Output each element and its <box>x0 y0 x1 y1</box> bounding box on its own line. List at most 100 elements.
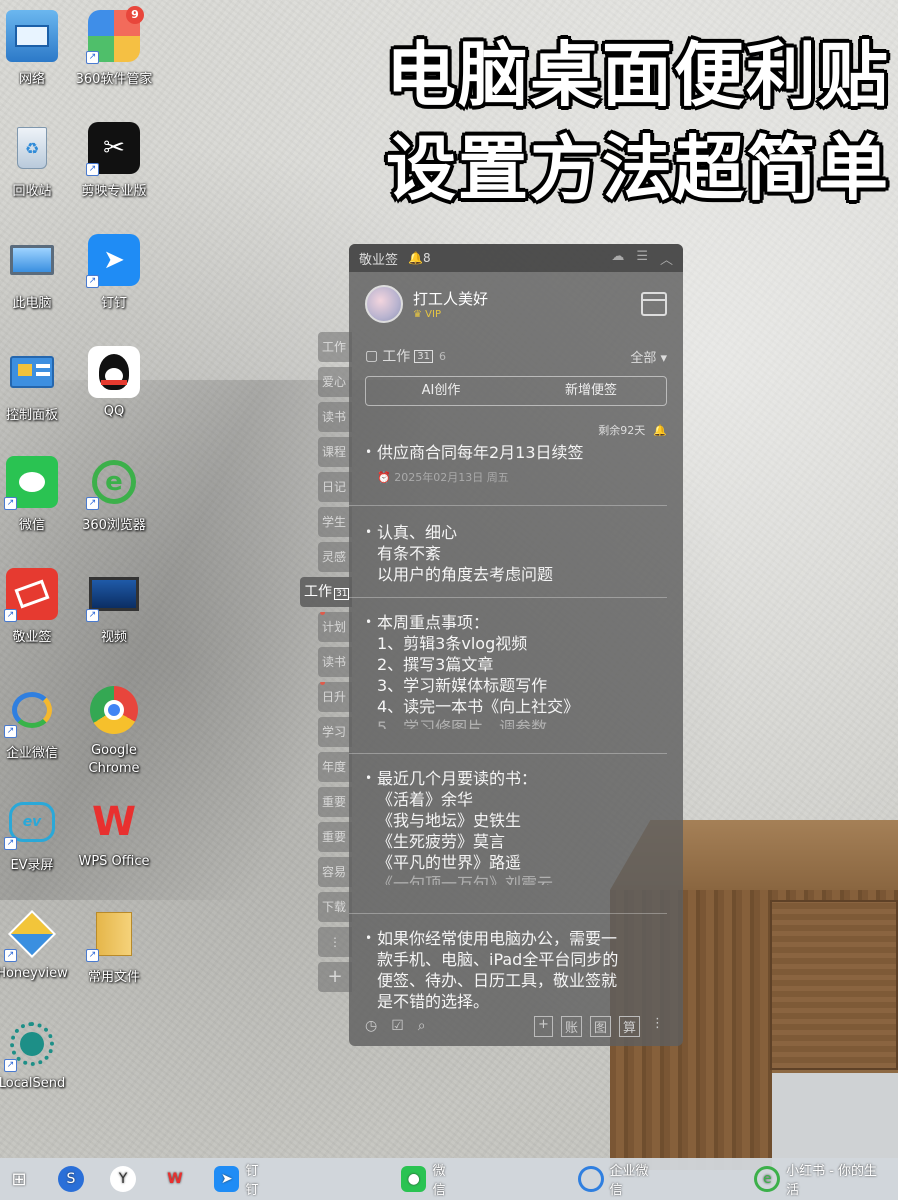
taskbar-item-browser[interactable]: Y <box>100 1158 152 1200</box>
taskbar-item-dingtalk[interactable]: ➤ 钉钉 <box>204 1158 281 1200</box>
tab-category[interactable]: 容易 <box>318 857 352 887</box>
desktop-icon-label: 剪映专业版 <box>81 184 147 199</box>
menu-icon[interactable]: ☰ <box>636 249 648 268</box>
taskbar-item-wecom[interactable]: 企业微信 <box>568 1158 671 1200</box>
desktop-icon-wecom[interactable]: ↗ 企业微信 <box>0 684 74 761</box>
desktop-icon-label: 常用文件 <box>87 970 140 985</box>
note-window-titlebar[interactable]: 敬业签 🔔8 ☁ ☰ ︿ <box>349 244 683 272</box>
taskbar-item-sogou[interactable]: S <box>48 1158 100 1200</box>
calculator-button[interactable]: 算 <box>618 1015 640 1037</box>
reminder-bell-icon[interactable]: 🔔8 <box>408 251 431 265</box>
filter-dropdown[interactable]: 全部 ▾ <box>630 347 667 366</box>
desktop-icon-this-pc[interactable]: 此电脑 <box>0 234 74 311</box>
desktop-icon-chrome[interactable]: Google Chrome <box>72 684 156 778</box>
tab-category[interactable]: 学习 <box>318 717 352 747</box>
tab-category[interactable]: 计划 <box>318 612 352 642</box>
search-icon[interactable]: ⌕ <box>418 1018 426 1034</box>
desktop-icon-wps-office[interactable]: W WPS Office <box>72 796 156 869</box>
taskbar-item-wps[interactable]: W <box>152 1158 204 1200</box>
category-row: ▢ 工作 31 6 全部 ▾ <box>349 336 683 370</box>
capcut-icon: ✂ ↗ <box>86 122 140 176</box>
desktop-icon-capcut[interactable]: ✂ ↗ 剪映专业版 <box>72 122 156 199</box>
desktop-icon-wechat[interactable]: ↗ 微信 <box>0 456 74 533</box>
start-button[interactable]: ⊞ <box>0 1158 48 1200</box>
note-item[interactable]: 供应商合同每年2月13日续签 ⏰ 2025年02月13日 周五 <box>349 438 667 506</box>
desktop-icon-localsend[interactable]: ↗ LocalSend <box>0 1018 74 1091</box>
taskbar-item-xiaohongshu[interactable]: e 小红书 - 你的生活 <box>744 1158 898 1200</box>
tab-category[interactable]: 读书 <box>318 402 352 432</box>
wechat-icon: ● <box>400 1166 427 1192</box>
desktop-icon-common-files[interactable]: ↗ 常用文件 <box>72 908 156 985</box>
more-tabs-button[interactable]: ⋮ <box>318 927 352 957</box>
wps-office-icon: W <box>91 799 137 845</box>
note-footer-toolbar: ◷ ☑ ⌕ + 账 图 算 ⋮ <box>349 1006 683 1046</box>
user-name: 打工人美好 <box>413 290 489 308</box>
sync-icon[interactable]: ☁ <box>611 249 624 268</box>
tab-category[interactable]: 灵感 <box>318 542 352 572</box>
tab-category[interactable]: 工作 <box>318 332 352 362</box>
tab-category[interactable]: 下载 <box>318 892 352 922</box>
tab-category[interactable]: 爱心 <box>318 367 352 397</box>
desktop-icon-360-browser[interactable]: e ↗ 360浏览器 <box>72 456 156 533</box>
desktop-icon-label: 网络 <box>18 72 45 87</box>
dingtalk-icon: ➤ ↗ <box>86 234 140 288</box>
tab-category[interactable]: 年度 <box>318 752 352 782</box>
add-category-button[interactable]: + <box>318 962 352 992</box>
desktop-icon-ev-recorder[interactable]: ev ↗ EV录屏 <box>0 796 74 873</box>
more-icon[interactable]: ⋮ <box>648 1016 667 1037</box>
avatar[interactable] <box>365 285 403 323</box>
desktop-icon-qq[interactable]: QQ <box>72 346 156 419</box>
taskbar-item-wechat[interactable]: ● 微信 <box>391 1158 468 1200</box>
checklist-icon[interactable]: ☑ <box>391 1018 404 1034</box>
desktop-icon-video[interactable]: ↗ 视频 <box>72 568 156 645</box>
tab-category[interactable]: 日记 <box>318 472 352 502</box>
calendar-icon[interactable] <box>641 292 667 316</box>
desktop-icon-network[interactable]: 网络 <box>0 10 74 87</box>
ledger-button[interactable]: 账 <box>560 1015 582 1037</box>
wecom-icon <box>577 1166 604 1192</box>
ai-create-button[interactable]: AI创作 <box>366 377 516 405</box>
image-button[interactable]: 图 <box>589 1015 611 1037</box>
note-item[interactable]: 本周重点事项： 1、剪辑3条vlog视频 2、撰写3篇文章 3、学习新媒体标题写… <box>349 598 667 754</box>
tab-category[interactable]: 读书 <box>318 647 352 677</box>
desktop-icon-360-software-manager[interactable]: 9 ↗ 360软件管家 <box>72 6 156 87</box>
taskbar: ⊞ S Y W ➤ 钉钉 ● 微信 企业微信 e 小红书 - 你的生活 <box>0 1158 898 1200</box>
qq-icon <box>88 346 140 398</box>
desktop-icon-control-panel[interactable]: 控制面板 <box>0 346 74 423</box>
tab-category[interactable]: 日升 <box>318 682 352 712</box>
clock-icon[interactable]: ◷ <box>365 1018 377 1034</box>
video-icon: ↗ <box>86 568 140 622</box>
desktop-icon-label: EV录屏 <box>10 858 54 873</box>
desktop-icon-label: WPS Office <box>78 854 150 869</box>
jingyeqian-icon: ↗ <box>4 568 58 622</box>
desktop-icon-label: Honeyview <box>0 966 68 981</box>
sogou-icon: S <box>58 1166 84 1192</box>
desktop-icon-honeyview[interactable]: ↗ Honeyview <box>0 908 74 981</box>
desktop-icon-dingtalk[interactable]: ➤ ↗ 钉钉 <box>72 234 156 311</box>
folder-icon: ↗ <box>86 908 140 962</box>
tab-active-work[interactable]: 工作 31 <box>300 577 352 607</box>
wps-icon: W <box>167 1171 183 1187</box>
note-app-title: 敬业签 <box>359 252 399 268</box>
new-note-button[interactable]: 新增便签 <box>516 377 666 405</box>
desktop-icon-label: 此电脑 <box>12 296 52 311</box>
tab-category[interactable]: 重要 <box>318 822 352 852</box>
hero-title-line2: 设置方法超简单 <box>386 128 890 210</box>
note-item[interactable]: 最近几个月要读的书： 《活着》余华 《我与地坛》史铁生 《生死疲劳》莫言 《平凡… <box>349 754 667 914</box>
note-date: ⏰ 2025年02月13日 周五 <box>377 471 509 484</box>
desktop-icon-label: 360软件管家 <box>75 72 153 87</box>
windows-start-icon: ⊞ <box>11 1168 27 1190</box>
add-icon[interactable]: + <box>534 1015 553 1037</box>
desktop-icon-recycle-bin[interactable]: ♻ 回收站 <box>0 122 74 199</box>
tab-category[interactable]: 学生 <box>318 507 352 537</box>
desktop-icon-label: 360浏览器 <box>82 518 146 533</box>
hero-title-line1: 电脑桌面便利贴 <box>386 34 890 116</box>
collapse-icon[interactable]: ︿ <box>660 249 673 268</box>
this-pc-icon <box>6 234 58 286</box>
current-category: 工作 <box>382 349 411 365</box>
note-item[interactable]: 认真、细心 有条不紊 以用户的角度去考虑问题 <box>349 506 667 598</box>
tab-category[interactable]: 重要 <box>318 787 352 817</box>
desktop-icon-label: Google Chrome <box>88 743 140 776</box>
tab-category[interactable]: 课程 <box>318 437 352 467</box>
desktop-icon-jingyeqian[interactable]: ↗ 敬业签 <box>0 568 74 645</box>
